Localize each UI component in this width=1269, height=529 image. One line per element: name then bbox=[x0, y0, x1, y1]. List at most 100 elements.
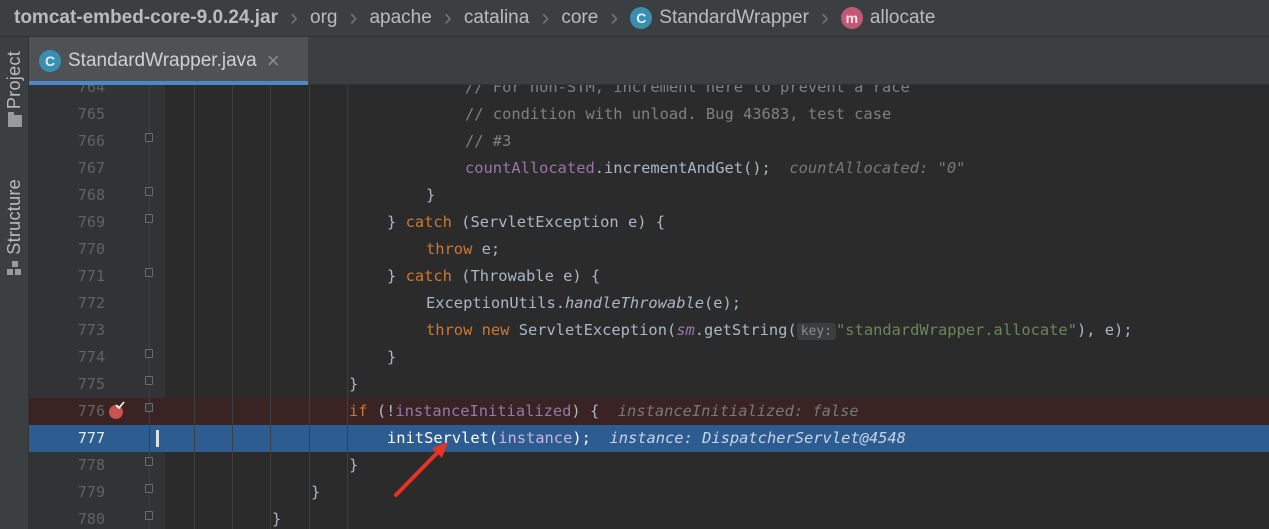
structure-tool-button[interactable]: Structure bbox=[0, 179, 29, 275]
breadcrumb-jar[interactable]: tomcat-embed-core-9.0.24.jar bbox=[14, 7, 278, 29]
tab-title: StandardWrapper.java bbox=[68, 50, 257, 71]
breadcrumb-method-label: allocate bbox=[869, 7, 936, 28]
code-text: throw e; bbox=[426, 240, 501, 258]
indent-guide bbox=[309, 85, 310, 529]
code-text: } bbox=[426, 186, 436, 204]
code-line[interactable]: 768 } bbox=[29, 182, 1269, 209]
breadcrumb-method[interactable]: m allocate bbox=[840, 7, 936, 29]
editor-tab-bar: C StandardWrapper.java × bbox=[29, 37, 1269, 85]
java-class-icon: C bbox=[39, 50, 61, 72]
code-line[interactable]: 778 } bbox=[29, 452, 1269, 479]
structure-tool-label: Structure bbox=[4, 179, 24, 255]
code-line[interactable]: 773 throw new ServletException(sm.getStr… bbox=[29, 317, 1269, 344]
fold-marker-icon[interactable] bbox=[145, 403, 153, 412]
text-caret bbox=[156, 430, 159, 447]
indent-guide bbox=[347, 85, 348, 529]
code-text: countAllocated.incrementAndGet(); countA… bbox=[465, 159, 966, 177]
debug-inline-value: countAllocated: "0" bbox=[789, 159, 966, 177]
breadcrumb-apache[interactable]: apache bbox=[369, 7, 431, 29]
code-line[interactable]: 770 throw e; bbox=[29, 236, 1269, 263]
line-number: 776 bbox=[77, 402, 105, 420]
code-text: // #3 bbox=[465, 132, 512, 150]
breadcrumb-class[interactable]: C StandardWrapper bbox=[630, 7, 809, 29]
line-number: 774 bbox=[77, 348, 105, 366]
line-number: 767 bbox=[77, 159, 105, 177]
code-text: } bbox=[349, 456, 359, 474]
code-text: } bbox=[349, 375, 359, 393]
fold-marker-icon[interactable] bbox=[145, 484, 153, 493]
code-text: throw new ServletException(sm.getString(… bbox=[426, 321, 1133, 340]
current-execution-line[interactable]: 777 initServlet(instance); instance: Dis… bbox=[29, 425, 1269, 452]
line-number: 775 bbox=[77, 375, 105, 393]
tab-standardwrapper-java[interactable]: C StandardWrapper.java × bbox=[29, 37, 308, 85]
method-icon: m bbox=[840, 7, 863, 29]
chevron-right-icon: › bbox=[541, 4, 550, 31]
breadcrumb-core[interactable]: core bbox=[561, 7, 598, 29]
line-number: 780 bbox=[77, 510, 105, 528]
breadcrumb-jar-label: tomcat-embed-core-9.0.24.jar bbox=[14, 7, 278, 28]
parameter-hint: key: bbox=[796, 323, 837, 340]
line-number: 772 bbox=[77, 294, 105, 312]
folder-icon bbox=[7, 112, 22, 128]
line-number: 778 bbox=[77, 456, 105, 474]
line-number: 771 bbox=[77, 267, 105, 285]
debug-inline-value: instanceInitialized: false bbox=[617, 402, 859, 420]
indent-guide bbox=[194, 85, 195, 529]
indent-guide bbox=[232, 85, 233, 529]
line-number: 777 bbox=[77, 429, 105, 447]
breakpoint-line[interactable]: 776 if (!instanceInitialized) { instance… bbox=[29, 398, 1269, 425]
code-line[interactable]: 780 } bbox=[29, 506, 1269, 529]
line-number: 768 bbox=[77, 186, 105, 204]
breadcrumb-catalina[interactable]: catalina bbox=[464, 7, 530, 29]
project-tool-label: Project bbox=[4, 51, 24, 110]
breadcrumb-org[interactable]: org bbox=[310, 7, 337, 29]
chevron-right-icon: › bbox=[443, 4, 452, 31]
line-number: 779 bbox=[77, 483, 105, 501]
chevron-right-icon: › bbox=[290, 4, 298, 31]
code-editor[interactable]: 764 // For non-STM, increment here to pr… bbox=[29, 85, 1269, 529]
line-number: 770 bbox=[77, 240, 105, 258]
fold-marker-icon[interactable] bbox=[145, 187, 153, 196]
code-text: // condition with unload. Bug 43683, tes… bbox=[465, 105, 892, 123]
debug-inline-value: instance: DispatcherServlet@4548 bbox=[609, 429, 906, 447]
code-line[interactable]: 771 } catch (Throwable e) { bbox=[29, 263, 1269, 290]
code-line[interactable]: 779 } bbox=[29, 479, 1269, 506]
code-line[interactable]: 764 // For non-STM, increment here to pr… bbox=[29, 85, 1269, 101]
code-text: // For non-STM, increment here to preven… bbox=[465, 85, 910, 96]
chevron-right-icon: › bbox=[349, 4, 358, 31]
code-text: } bbox=[311, 483, 321, 501]
fold-marker-icon[interactable] bbox=[145, 376, 153, 385]
code-line[interactable]: 774 } bbox=[29, 344, 1269, 371]
breadcrumb: tomcat-embed-core-9.0.24.jar › org › apa… bbox=[0, 0, 1269, 37]
code-text: if (!instanceInitialized) { instanceInit… bbox=[349, 402, 859, 420]
line-number: 769 bbox=[77, 213, 105, 231]
code-line[interactable]: 766 // #3 bbox=[29, 128, 1269, 155]
fold-marker-icon[interactable] bbox=[145, 133, 153, 142]
line-number: 766 bbox=[77, 132, 105, 150]
breakpoint-verified-icon bbox=[115, 401, 125, 409]
code-text: } bbox=[272, 510, 282, 528]
code-text: } catch (ServletException e) { bbox=[387, 213, 666, 231]
fold-marker-icon[interactable] bbox=[145, 457, 153, 466]
fold-marker-icon[interactable] bbox=[145, 511, 153, 520]
annotation-arrow-icon bbox=[394, 442, 448, 497]
line-number: 773 bbox=[77, 321, 105, 339]
close-icon[interactable]: × bbox=[267, 48, 280, 74]
code-text: } bbox=[387, 348, 397, 366]
line-number: 765 bbox=[77, 105, 105, 123]
code-line[interactable]: 775 } bbox=[29, 371, 1269, 398]
code-line[interactable]: 767 countAllocated.incrementAndGet(); co… bbox=[29, 155, 1269, 182]
code-line[interactable]: 772 ExceptionUtils.handleThrowable(e); bbox=[29, 290, 1269, 317]
fold-marker-icon[interactable] bbox=[145, 214, 153, 223]
fold-marker-icon[interactable] bbox=[145, 268, 153, 277]
code-text: } catch (Throwable e) { bbox=[387, 267, 601, 285]
tool-window-strip: Project Structure bbox=[0, 37, 29, 529]
fold-marker-icon[interactable] bbox=[145, 349, 153, 358]
code-line[interactable]: 765 // condition with unload. Bug 43683,… bbox=[29, 101, 1269, 128]
line-number: 764 bbox=[77, 85, 105, 96]
breadcrumb-class-label: StandardWrapper bbox=[659, 7, 809, 28]
structure-icon bbox=[6, 260, 23, 275]
project-tool-button[interactable]: Project bbox=[0, 51, 29, 128]
code-line[interactable]: 769 } catch (ServletException e) { bbox=[29, 209, 1269, 236]
code-text: initServlet(instance); instance: Dispatc… bbox=[387, 429, 906, 447]
